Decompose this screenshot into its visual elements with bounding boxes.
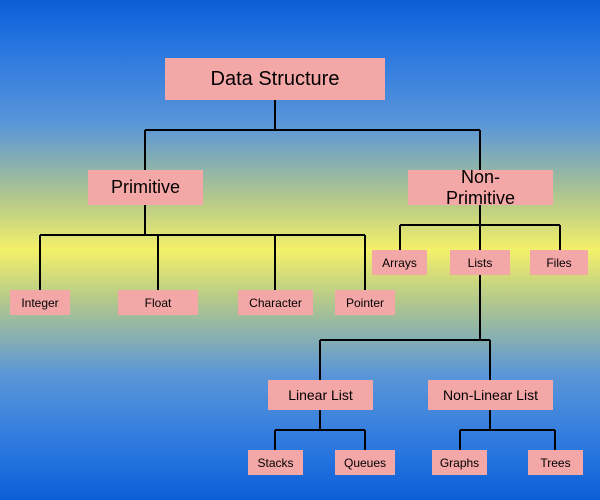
node-character: Character — [238, 290, 313, 315]
node-graphs: Graphs — [432, 450, 487, 475]
node-data-structure: Data Structure — [165, 58, 385, 100]
node-lists: Lists — [450, 250, 510, 275]
node-pointer: Pointer — [335, 290, 395, 315]
node-linear-list: Linear List — [268, 380, 373, 410]
node-files: Files — [530, 250, 588, 275]
node-non-primitive: Non-Primitive — [408, 170, 553, 205]
node-arrays: Arrays — [372, 250, 427, 275]
node-queues: Queues — [335, 450, 395, 475]
node-primitive: Primitive — [88, 170, 203, 205]
node-non-linear-list: Non-Linear List — [428, 380, 553, 410]
node-float: Float — [118, 290, 198, 315]
node-integer: Integer — [10, 290, 70, 315]
node-trees: Trees — [528, 450, 583, 475]
node-stacks: Stacks — [248, 450, 303, 475]
